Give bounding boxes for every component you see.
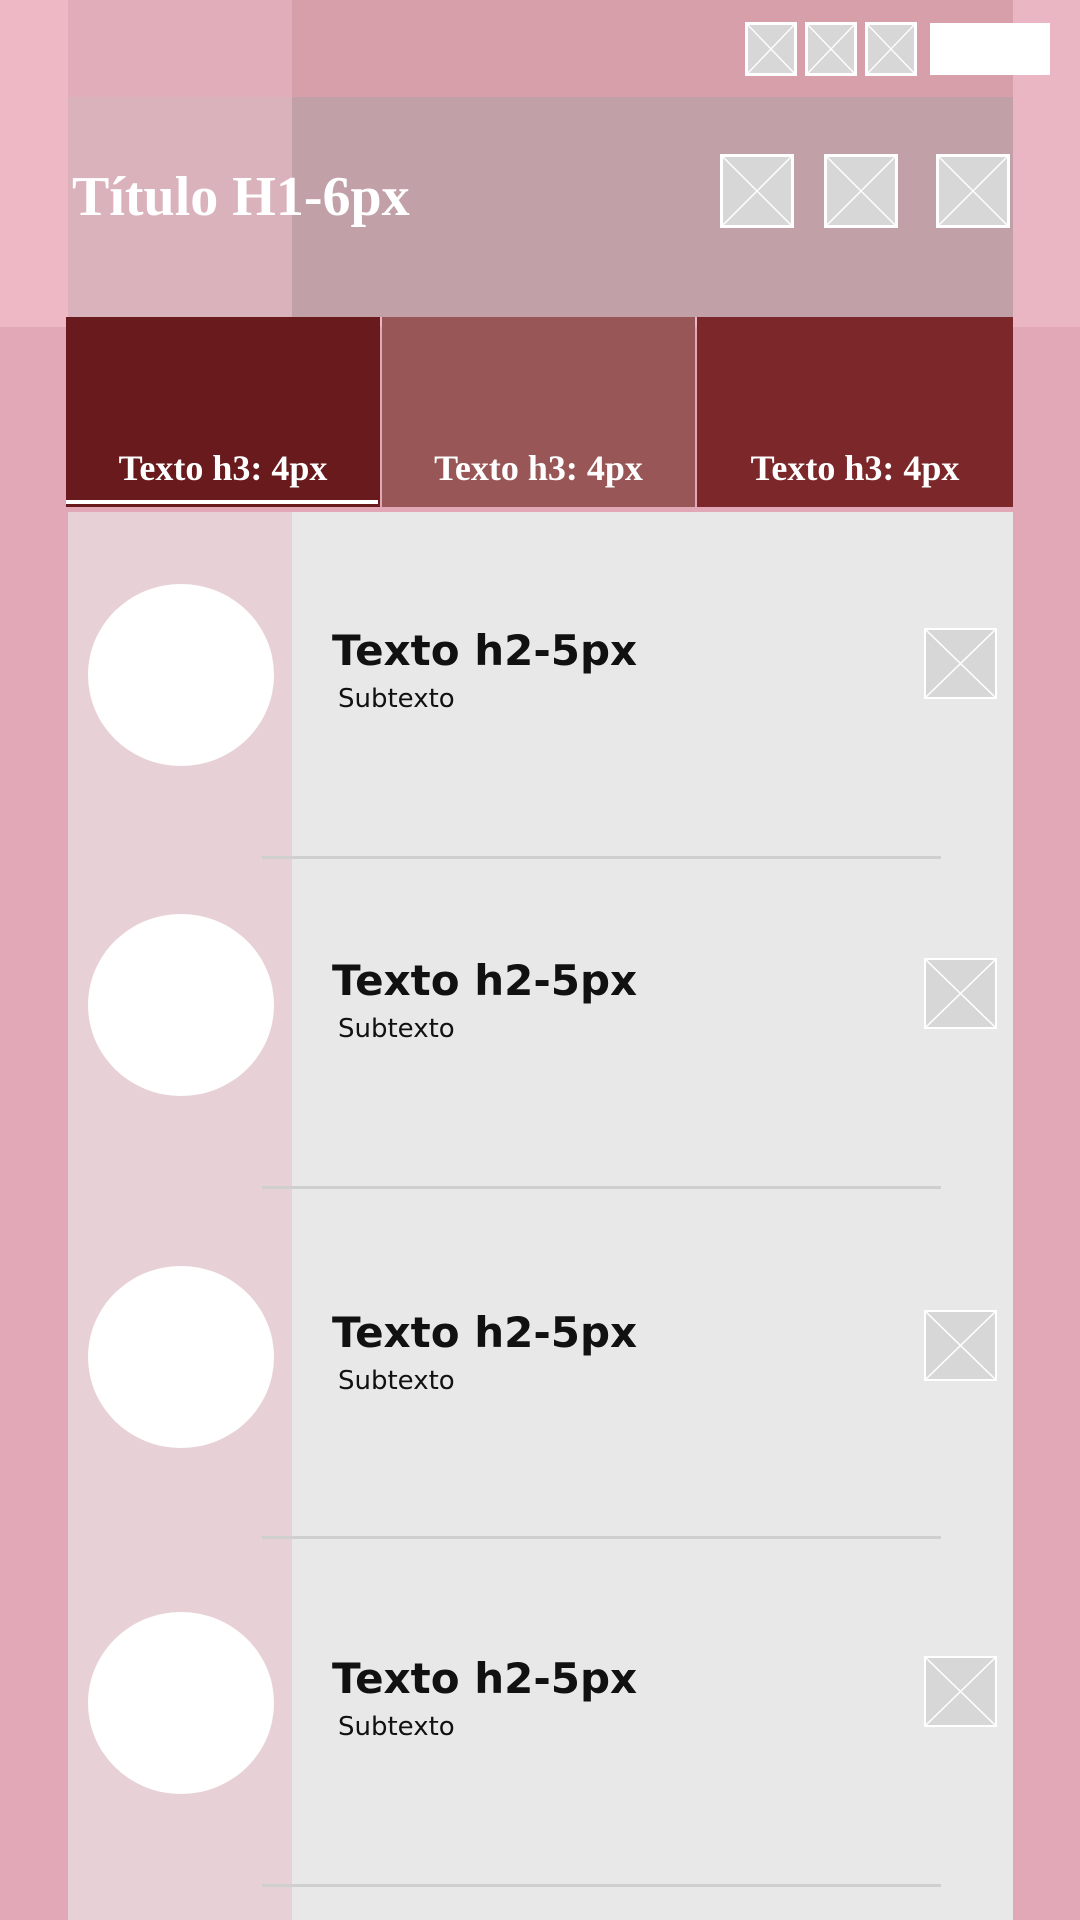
list-item-subtitle: Subtexto <box>338 684 455 714</box>
image-placeholder-icon <box>805 22 857 76</box>
tab-label: Texto h3: 4px <box>434 448 643 488</box>
avatar <box>88 1266 274 1448</box>
tab-label: Texto h3: 4px <box>118 448 328 488</box>
list-item-title: Texto h2-5px <box>332 1308 638 1357</box>
margin-guide-left <box>0 327 68 1920</box>
tab-1[interactable]: Texto h3: 4px <box>66 317 380 507</box>
status-bar-guide <box>68 0 292 97</box>
list-item-subtitle: Subtexto <box>338 1014 455 1044</box>
list-item-subtitle: Subtexto <box>338 1366 455 1396</box>
image-placeholder-icon <box>745 22 797 76</box>
status-battery-block <box>930 23 1050 75</box>
image-placeholder-icon[interactable] <box>924 1656 997 1727</box>
page-title: Título H1-6px <box>72 166 410 228</box>
tab-3[interactable]: Texto h3: 4px <box>697 317 1013 507</box>
image-placeholder-icon[interactable] <box>824 154 898 228</box>
list-divider <box>262 1884 941 1887</box>
list-item-title: Texto h2-5px <box>332 626 638 675</box>
list-item-subtitle: Subtexto <box>338 1712 455 1742</box>
tab-selected-indicator <box>66 500 378 504</box>
tab-label: Texto h3: 4px <box>750 448 960 488</box>
list-item[interactable]: Texto h2-5px Subtexto <box>68 512 1013 860</box>
margin-guide-right <box>1013 327 1080 1920</box>
avatar <box>88 1612 274 1794</box>
list-item[interactable]: Texto h2-5px Subtexto <box>68 860 1013 1190</box>
image-placeholder-icon[interactable] <box>924 1310 997 1381</box>
list-divider <box>262 856 941 859</box>
avatar <box>88 914 274 1096</box>
list-divider <box>262 1536 941 1539</box>
image-placeholder-icon[interactable] <box>924 958 997 1029</box>
list-item[interactable]: Texto h2-5px Subtexto <box>68 1190 1013 1540</box>
image-placeholder-icon[interactable] <box>720 154 794 228</box>
list-divider <box>262 1186 941 1189</box>
image-placeholder-icon[interactable] <box>924 628 997 699</box>
list-item-title: Texto h2-5px <box>332 956 638 1005</box>
margin-guide-left-top <box>0 0 68 327</box>
list-item[interactable]: Texto h2-5px Subtexto <box>68 1540 1013 1890</box>
avatar <box>88 584 274 766</box>
image-placeholder-icon[interactable] <box>936 154 1010 228</box>
list-item-title: Texto h2-5px <box>332 1654 638 1703</box>
image-placeholder-icon <box>865 22 917 76</box>
tab-2[interactable]: Texto h3: 4px <box>382 317 695 507</box>
